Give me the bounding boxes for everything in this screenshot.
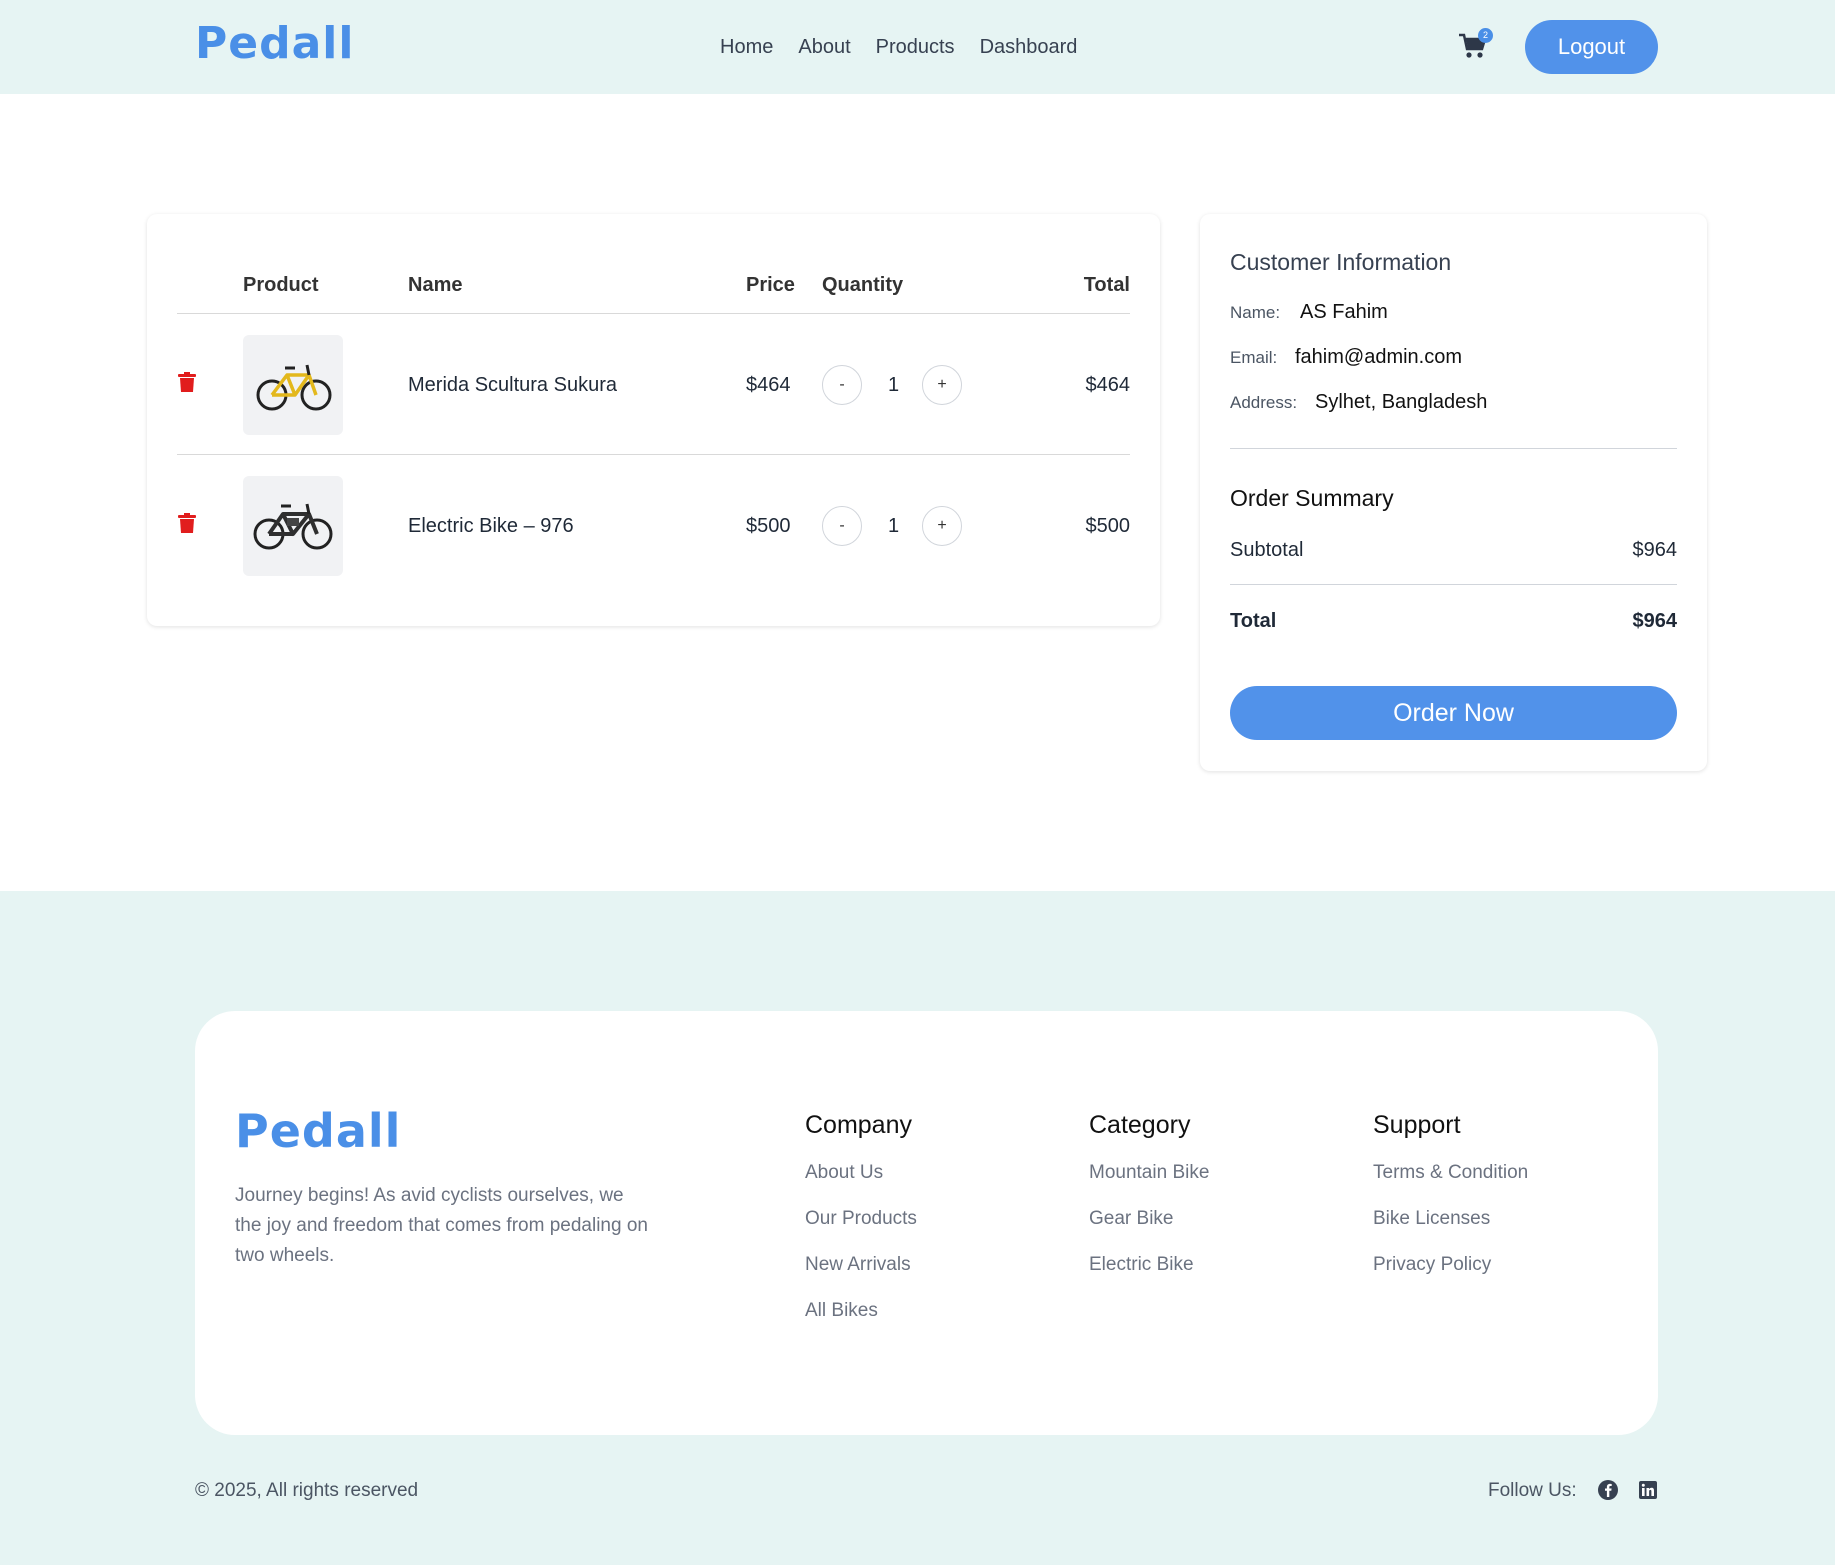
col-name: Name <box>408 274 463 296</box>
footer-link-gear-bike[interactable]: Gear Bike <box>1089 1208 1209 1232</box>
footer-column-title: Category <box>1089 1111 1191 1139</box>
footer-link-new-arrivals[interactable]: New Arrivals <box>805 1254 917 1278</box>
footer-link-about-us[interactable]: About Us <box>805 1162 917 1186</box>
main-nav: Home About Products Dashboard <box>720 36 1077 59</box>
order-summary-title: Order Summary <box>1230 485 1394 511</box>
product-thumbnail <box>243 335 343 435</box>
nav-home[interactable]: Home <box>720 36 773 59</box>
order-now-button[interactable]: Order Now <box>1230 686 1677 740</box>
total-label: Total <box>1230 610 1277 632</box>
footer-column-support: Support Terms & Condition Bike Licenses … <box>1373 1111 1528 1300</box>
cart-table: Product Name Price Quantity Total Merida… <box>147 214 1160 626</box>
customer-email: fahim@admin.com <box>1295 346 1463 368</box>
footer-column-title: Company <box>805 1111 912 1139</box>
footer: Pedall Journey begins! As avid cyclists … <box>0 891 1835 1565</box>
subtotal-value: $964 <box>1632 539 1678 561</box>
row-total: $464 <box>1085 374 1131 396</box>
col-price: Price <box>746 274 795 296</box>
customer-address: Sylhet, Bangladesh <box>1315 391 1488 413</box>
row-total: $500 <box>1085 515 1131 537</box>
bike-frame <box>270 373 318 397</box>
nav-products[interactable]: Products <box>876 36 955 59</box>
bike-image <box>256 364 332 411</box>
summary-card: Customer Information Name: AS Fahim Emai… <box>1200 214 1707 771</box>
col-total: Total <box>1083 274 1130 296</box>
product-thumbnail <box>243 476 343 576</box>
divider <box>1230 448 1677 449</box>
name-label: Name: <box>1230 303 1281 322</box>
address-label: Address: <box>1230 393 1298 412</box>
row-divider <box>177 454 1130 455</box>
header-divider <box>177 313 1130 314</box>
logout-button[interactable]: Logout <box>1525 20 1658 74</box>
total-value: $964 <box>1632 610 1678 632</box>
footer-column-category: Category Mountain Bike Gear Bike Electri… <box>1089 1111 1209 1300</box>
increase-qty-button[interactable]: + <box>922 506 962 546</box>
logo[interactable]: Pedall <box>195 18 354 69</box>
col-product: Product <box>243 274 319 296</box>
bike-image <box>253 503 333 550</box>
quantity-value: 1 <box>888 515 900 537</box>
quantity-value: 1 <box>888 374 900 396</box>
footer-link-electric-bike[interactable]: Electric Bike <box>1089 1254 1209 1278</box>
facebook-icon[interactable] <box>1597 1479 1619 1501</box>
footer-link-all-bikes[interactable]: All Bikes <box>805 1300 917 1324</box>
footer-card: Pedall Journey begins! As avid cyclists … <box>195 1011 1658 1435</box>
copyright-text: © 2025, All rights reserved <box>195 1480 419 1501</box>
product-price: $464 <box>746 374 791 396</box>
footer-link-our-products[interactable]: Our Products <box>805 1208 917 1232</box>
footer-column-company: Company About Us Our Products New Arriva… <box>805 1111 917 1346</box>
decrease-qty-button[interactable]: - <box>822 506 862 546</box>
customer-info-title: Customer Information <box>1230 249 1452 275</box>
trash-icon[interactable] <box>178 372 196 392</box>
product-price: $500 <box>746 515 791 537</box>
footer-link-privacy-policy[interactable]: Privacy Policy <box>1373 1254 1528 1278</box>
trash-icon[interactable] <box>178 513 196 533</box>
footer-link-terms[interactable]: Terms & Condition <box>1373 1162 1528 1186</box>
email-label: Email: <box>1230 348 1278 367</box>
linkedin-icon[interactable] <box>1637 1479 1659 1501</box>
col-quantity: Quantity <box>822 274 904 296</box>
footer-about-text: Journey begins! As avid cyclists ourselv… <box>235 1185 648 1266</box>
product-name: Merida Scultura Sukura <box>408 374 617 396</box>
decrease-qty-button[interactable]: - <box>822 365 862 405</box>
cart-count-badge: 2 <box>1478 28 1493 43</box>
increase-qty-button[interactable]: + <box>922 365 962 405</box>
footer-link-mountain-bike[interactable]: Mountain Bike <box>1089 1162 1209 1186</box>
subtotal-label: Subtotal <box>1230 539 1304 561</box>
divider <box>1230 584 1677 585</box>
customer-name: AS Fahim <box>1300 301 1388 323</box>
nav-about[interactable]: About <box>798 36 850 59</box>
footer-column-title: Support <box>1373 1111 1461 1139</box>
header: Pedall Home About Products Dashboard 2 L… <box>0 0 1835 94</box>
footer-link-bike-licenses[interactable]: Bike Licenses <box>1373 1208 1528 1232</box>
follow-us-label: Follow Us: <box>1488 1480 1577 1501</box>
nav-dashboard[interactable]: Dashboard <box>980 36 1078 59</box>
footer-logo[interactable]: Pedall <box>235 1104 401 1158</box>
product-name: Electric Bike – 976 <box>408 515 574 537</box>
